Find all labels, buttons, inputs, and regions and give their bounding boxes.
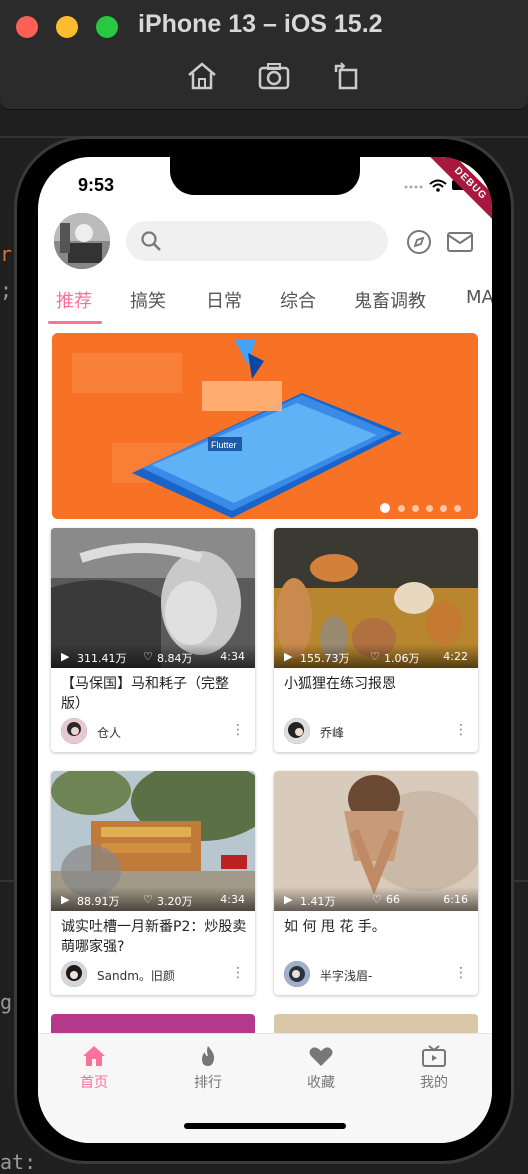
more-icon[interactable]: ⋮	[231, 722, 245, 738]
nav-label: 首页	[80, 1075, 108, 1091]
author-avatar[interactable]	[61, 961, 87, 987]
video-stats: ▶ 88.91万 ♡ 3.20万 4:34	[51, 887, 255, 911]
tab-ma[interactable]: MA	[466, 287, 492, 308]
category-tabs: 推荐 搞笑 日常 综合 鬼畜调教 MA	[38, 277, 492, 325]
tab-general[interactable]: 综合	[280, 287, 316, 313]
carousel-dot-active[interactable]	[380, 503, 390, 513]
play-count-icon: ▶	[284, 650, 293, 663]
video-title: 【马保国】马和耗子（完整版）	[61, 676, 229, 712]
view-count: 1.41万	[300, 895, 336, 908]
play-count-icon: ▶	[61, 650, 70, 663]
nav-mine[interactable]: 我的	[394, 1044, 474, 1092]
home-icon[interactable]	[184, 58, 220, 94]
nav-ranking[interactable]: 排行	[168, 1044, 248, 1092]
svg-text:Flutter: Flutter	[211, 440, 237, 450]
close-window-button[interactable]	[16, 16, 38, 38]
simulator-title: iPhone 13 – iOS 15.2	[138, 10, 383, 38]
mail-icon[interactable]	[446, 229, 474, 259]
like-icon: ♡	[143, 893, 153, 906]
like-icon: ♡	[370, 650, 380, 663]
nav-label: 排行	[194, 1075, 222, 1091]
like-icon: ♡	[372, 893, 382, 906]
like-count: 8.84万	[157, 652, 193, 665]
video-stats: ▶ 1.41万 ♡ 66 6:16	[274, 887, 478, 911]
author-avatar[interactable]	[61, 718, 87, 744]
nav-home[interactable]: 首页	[54, 1044, 134, 1092]
heart-icon	[309, 1047, 333, 1066]
tv-icon	[422, 1045, 446, 1067]
compass-icon[interactable]	[406, 229, 432, 259]
view-count: 155.73万	[300, 652, 350, 665]
duration: 4:34	[220, 893, 245, 906]
play-count-icon: ▶	[284, 893, 293, 906]
video-title: 如 何 甩 花 手。	[284, 919, 386, 935]
tab-indicator	[48, 321, 102, 324]
like-icon: ♡	[143, 650, 153, 663]
duration: 4:22	[443, 650, 468, 663]
author-avatar[interactable]	[284, 718, 310, 744]
video-stats: ▶ 155.73万 ♡ 1.06万 4:22	[274, 644, 478, 668]
signal-icon	[404, 185, 423, 189]
minimize-window-button[interactable]	[56, 16, 78, 38]
nav-label: 收藏	[307, 1075, 335, 1091]
screenshot-icon[interactable]	[256, 58, 292, 94]
nav-favorites[interactable]: 收藏	[281, 1044, 361, 1092]
video-stats: ▶ 311.41万 ♡ 8.84万 4:34	[51, 644, 255, 668]
rotate-icon[interactable]	[328, 58, 364, 94]
video-card[interactable]: ▶ 1.41万 ♡ 66 6:16 如 何 甩 花 手。 半字浅眉- ⋮	[274, 771, 478, 995]
video-title: 诚实吐槽一月新番P2：炒股卖萌哪家强?	[61, 919, 247, 955]
author-name: 乔峰	[320, 726, 345, 740]
view-count: 311.41万	[77, 652, 127, 665]
duration: 4:34	[220, 650, 245, 663]
carousel-dot[interactable]	[440, 505, 447, 512]
author-name: Sandm。旧颜	[97, 969, 175, 983]
author-name: 仓人	[97, 726, 122, 740]
author-avatar[interactable]	[284, 961, 310, 987]
video-card-partial[interactable]	[274, 1014, 478, 1034]
more-icon[interactable]: ⋮	[231, 965, 245, 981]
video-title: 小狐狸在练习报恩	[284, 676, 396, 692]
video-card-partial[interactable]	[51, 1014, 255, 1034]
video-card[interactable]: ▶ 311.41万 ♡ 8.84万 4:34 【马保国】马和耗子（完整版） 仓人…	[51, 528, 255, 752]
fire-icon	[202, 1046, 215, 1066]
video-card[interactable]: ▶ 155.73万 ♡ 1.06万 4:22 小狐狸在练习报恩 乔峰 ⋮	[274, 528, 478, 752]
carousel-dot[interactable]	[426, 505, 433, 512]
zoom-window-button[interactable]	[96, 16, 118, 38]
home-indicator	[184, 1123, 346, 1129]
wifi-icon	[429, 179, 447, 192]
view-count: 88.91万	[77, 895, 120, 908]
play-count-icon: ▶	[61, 893, 70, 906]
tab-recommend[interactable]: 推荐	[56, 287, 92, 313]
more-icon[interactable]: ⋮	[454, 722, 468, 738]
carousel-dot[interactable]	[412, 505, 419, 512]
carousel-dot[interactable]	[454, 505, 461, 512]
duration: 6:16	[443, 893, 468, 906]
search-icon	[141, 231, 161, 251]
banner-carousel[interactable]: Flutter	[52, 333, 478, 519]
more-icon[interactable]: ⋮	[454, 965, 468, 981]
like-count: 1.06万	[384, 652, 420, 665]
like-count: 3.20万	[157, 895, 193, 908]
app-screen: 9:53 DEBUG 推荐 搞笑 日常 综合 鬼畜调教 MA Flutter ▶…	[38, 157, 492, 1143]
search-input[interactable]	[126, 221, 388, 261]
author-name: 半字浅眉-	[320, 969, 373, 983]
notch	[170, 157, 360, 195]
tab-kichiku[interactable]: 鬼畜调教	[354, 287, 426, 313]
tab-daily[interactable]: 日常	[206, 287, 242, 313]
carousel-dot[interactable]	[398, 505, 405, 512]
tab-funny[interactable]: 搞笑	[130, 287, 166, 313]
nav-label: 我的	[420, 1075, 448, 1091]
status-time: 9:53	[78, 175, 115, 195]
user-avatar[interactable]	[54, 213, 110, 269]
video-card[interactable]: ▶ 88.91万 ♡ 3.20万 4:34 诚实吐槽一月新番P2：炒股卖萌哪家强…	[51, 771, 255, 995]
like-count: 66	[386, 893, 400, 906]
home-icon	[83, 1046, 105, 1066]
simulator-toolbar: iPhone 13 – iOS 15.2	[0, 0, 528, 110]
